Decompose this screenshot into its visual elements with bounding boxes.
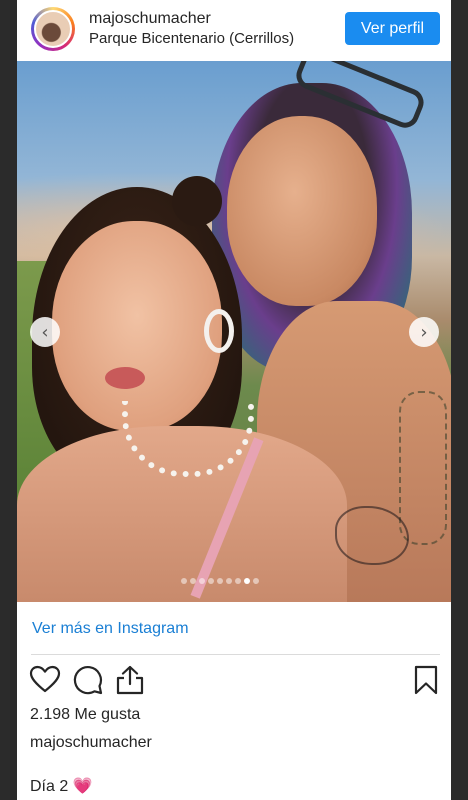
front-person-face (52, 221, 222, 431)
post-header: majoschumacher Parque Bicentenario (Cerr… (17, 0, 451, 60)
bookmark-icon[interactable] (410, 664, 442, 696)
carousel-dot (244, 578, 250, 584)
caption-text: Día 2 (30, 778, 69, 795)
carousel-dot (235, 578, 241, 584)
divider (31, 654, 440, 655)
post-photo[interactable]: ‹ › (17, 61, 451, 602)
view-profile-button[interactable]: Ver perfil (345, 12, 440, 45)
arm-tattoo (399, 391, 447, 545)
carousel-dot (181, 578, 187, 584)
carousel-next-button[interactable]: › (409, 317, 439, 347)
hair-bun (172, 176, 222, 226)
carousel-indicator (181, 578, 259, 584)
avatar[interactable] (31, 7, 75, 51)
carousel-prev-button[interactable]: ‹ (30, 317, 60, 347)
share-icon[interactable] (114, 664, 146, 696)
chevron-right-icon: › (420, 321, 428, 343)
avatar-image (34, 10, 72, 48)
lips (105, 367, 145, 389)
likes-count[interactable]: 2.198 Me gusta (30, 706, 140, 724)
carousel-dot (199, 578, 205, 584)
carousel-dot (226, 578, 232, 584)
hoop-earring (204, 309, 234, 353)
username[interactable]: majoschumacher (89, 10, 211, 28)
comment-bubble-icon[interactable] (72, 664, 104, 696)
carousel-dot (208, 578, 214, 584)
heart-icon[interactable] (29, 664, 61, 696)
view-more-link[interactable]: Ver más en Instagram (32, 620, 189, 638)
carousel-dot (190, 578, 196, 584)
location[interactable]: Parque Bicentenario (Cerrillos) (89, 30, 294, 47)
chevron-left-icon: ‹ (41, 321, 49, 343)
back-person-face (227, 116, 377, 306)
caption: Día 2 💗 (30, 776, 93, 796)
caption-username[interactable]: majoschumacher (30, 734, 152, 752)
carousel-dot (217, 578, 223, 584)
instagram-embed-card: majoschumacher Parque Bicentenario (Cerr… (17, 0, 451, 800)
carousel-dot (253, 578, 259, 584)
pink-heart-emoji: 💗 (72, 778, 93, 795)
